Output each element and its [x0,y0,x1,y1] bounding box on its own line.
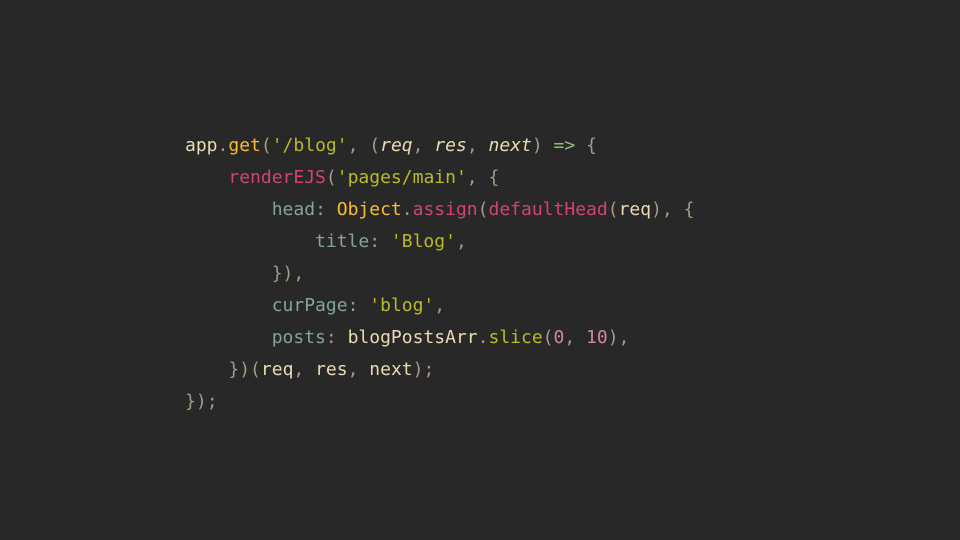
punct-colon: : [326,327,348,348]
punct-open-paren: ( [543,327,554,348]
punct-open-brace: { [684,199,695,220]
punct-open-paren: ( [261,135,272,156]
punct-dot: . [402,199,413,220]
punct-colon: : [315,199,337,220]
punct-open-paren: ( [478,199,489,220]
punct-close-paren: ) [283,263,294,284]
punct-semicolon: ; [424,359,435,380]
code-line-7: posts: blogPostsArr.slice(0, 10), [185,327,629,348]
method-get: get [228,135,261,156]
prop-title: title [315,231,369,252]
punct-colon: : [369,231,391,252]
punct-open-paren: ( [326,167,337,188]
punct-comma: , [434,295,445,316]
call-defaultHead: defaultHead [489,199,608,220]
punct-comma: , [456,231,467,252]
param-res: res [434,135,467,156]
punct-comma: , [348,359,370,380]
punct-comma: , [293,359,315,380]
punct-close-paren: ) [239,359,250,380]
punct-comma: , [619,327,630,348]
param-req: req [380,135,413,156]
punct-open-brace: { [488,167,499,188]
prop-posts: posts [272,327,326,348]
punct-colon: : [348,295,370,316]
number-zero: 0 [554,327,565,348]
code-line-4: title: 'Blog', [185,231,467,252]
prop-curPage: curPage [272,295,348,316]
code-editor[interactable]: app.get('/blog', (req, res, next) => { r… [0,0,960,418]
punct-comma: , [662,199,684,220]
punct-dot: . [478,327,489,348]
string-blog-val: 'blog' [369,295,434,316]
code-line-5: }), [185,263,304,284]
punct-close-paren: ) [196,391,207,412]
string-blog-title: 'Blog' [391,231,456,252]
code-line-3: head: Object.assign(defaultHead(req), { [185,199,694,220]
punct-comma: , [293,263,304,284]
punct-close-paren: ) [651,199,662,220]
number-ten: 10 [586,327,608,348]
code-line-9: }); [185,391,218,412]
method-assign: assign [413,199,478,220]
punct-close-brace: } [185,391,196,412]
param-next: next [489,135,532,156]
ident-req2: req [261,359,294,380]
ident-blogPostsArr: blogPostsArr [348,327,478,348]
punct-open-paren: ( [369,135,380,156]
ident-res2: res [315,359,348,380]
ident-app: app [185,135,218,156]
method-slice: slice [488,327,542,348]
call-renderEJS: renderEJS [228,167,326,188]
punct-open-paren: ( [250,359,261,380]
punct-close-paren: ) [413,359,424,380]
arrow: => [543,135,586,156]
punct-comma: , [467,167,489,188]
punct-open-brace: { [586,135,597,156]
string-route: '/blog' [272,135,348,156]
class-object: Object [337,199,402,220]
code-line-8: })(req, res, next); [185,359,434,380]
ident-req: req [619,199,652,220]
punct-semicolon: ; [207,391,218,412]
code-line-2: renderEJS('pages/main', { [185,167,499,188]
string-pages-main: 'pages/main' [337,167,467,188]
punct-comma: , [413,135,435,156]
punct-comma: , [467,135,489,156]
punct-close-paren: ) [608,327,619,348]
punct-comma: , [348,135,370,156]
prop-head: head [272,199,315,220]
code-line-6: curPage: 'blog', [185,295,445,316]
punct-dot: . [218,135,229,156]
punct-open-paren: ( [608,199,619,220]
punct-close-brace: } [228,359,239,380]
code-line-1: app.get('/blog', (req, res, next) => { [185,135,597,156]
punct-comma: , [564,327,586,348]
punct-close-brace: } [272,263,283,284]
punct-close-paren: ) [532,135,543,156]
ident-next2: next [369,359,412,380]
